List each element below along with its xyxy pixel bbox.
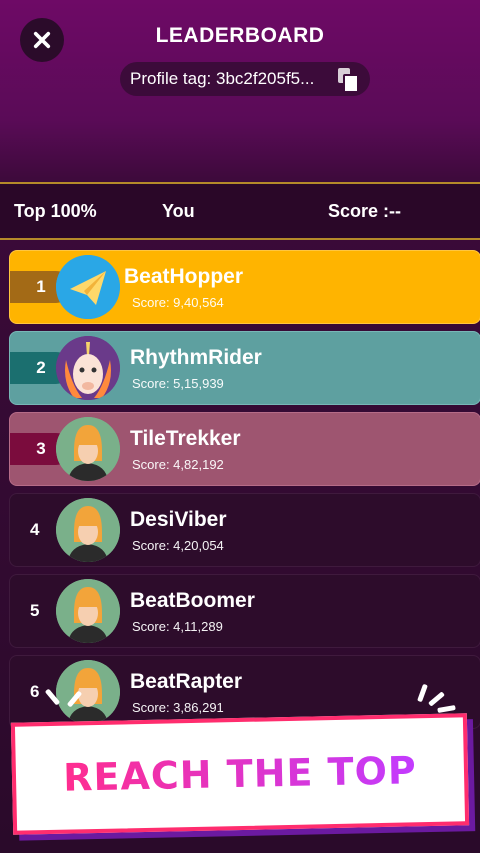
leaderboard-row[interactable]: 3 TileTrekker Score: 4,82,192 bbox=[9, 412, 480, 486]
leaderboard-row[interactable]: 2 RhythmRider Score: 5,15,939 bbox=[9, 331, 480, 405]
leaderboard-row[interactable]: 4 DesiViber Score: 4,20,054 bbox=[9, 493, 480, 567]
default-avatar-icon bbox=[56, 579, 120, 643]
player-name: BeatRapter bbox=[130, 670, 243, 693]
rank-number: 5 bbox=[30, 601, 40, 620]
header-divider-bottom bbox=[0, 238, 480, 240]
player-name: BeatHopper bbox=[124, 265, 244, 288]
leaderboard-row[interactable]: 5 BeatBoomer Score: 4,11,289 bbox=[9, 574, 480, 648]
player-name: TileTrekker bbox=[130, 427, 241, 450]
you-label: You bbox=[162, 200, 195, 221]
paper-plane-avatar-icon bbox=[56, 255, 120, 319]
your-score-label: Score :-- bbox=[328, 200, 402, 221]
unicorn-avatar-icon bbox=[56, 336, 120, 400]
profile-tag-text: Profile tag: 3bc2f205f5... bbox=[130, 69, 315, 88]
leaderboard-list: 1 BeatHopper Score: 9,40,564 2 RhythmRid… bbox=[9, 250, 480, 736]
player-score: Score: 3,86,291 bbox=[132, 700, 224, 715]
player-name: RhythmRider bbox=[130, 346, 262, 369]
page-title: LEADERBOARD bbox=[155, 24, 325, 47]
profile-tag-pill[interactable]: Profile tag: 3bc2f205f5... bbox=[120, 62, 370, 96]
leaderboard-header: Top 100% You Score :-- bbox=[0, 184, 480, 238]
reach-the-top-banner: REACH THE TOP bbox=[10, 713, 470, 835]
player-score: Score: 4,11,289 bbox=[132, 619, 223, 634]
default-avatar-icon bbox=[56, 498, 120, 562]
player-name: DesiViber bbox=[130, 508, 227, 531]
player-score: Score: 4,20,054 bbox=[132, 538, 224, 553]
rank-filter-label[interactable]: Top 100% bbox=[14, 201, 97, 222]
player-score: Score: 5,15,939 bbox=[132, 376, 224, 391]
banner-text: REACH THE TOP bbox=[62, 748, 418, 800]
promo-banner: REACH THE TOP bbox=[8, 713, 474, 836]
copy-icon[interactable] bbox=[338, 68, 359, 93]
default-avatar-icon bbox=[56, 417, 120, 481]
leaderboard-row[interactable]: 1 BeatHopper Score: 9,40,564 bbox=[9, 250, 480, 324]
player-score: Score: 9,40,564 bbox=[132, 295, 224, 310]
rank-number: 4 bbox=[30, 520, 40, 539]
player-score: Score: 4,82,192 bbox=[132, 457, 224, 472]
player-name: BeatBoomer bbox=[130, 589, 255, 612]
